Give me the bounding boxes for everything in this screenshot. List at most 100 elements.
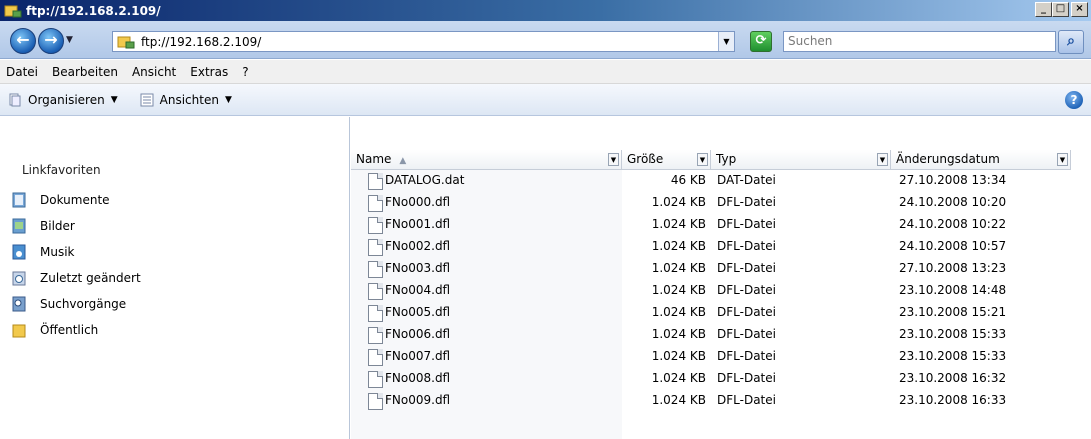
navigation-pane: Linkfavoriten Dokumente Bilder Musik Zul… — [0, 117, 350, 439]
table-row[interactable]: FNo009.dfl 1.024 KB DFL-Datei 23.10.2008… — [351, 390, 1091, 412]
menu-extras[interactable]: Extras — [190, 65, 228, 79]
file-name: DATALOG.dat — [385, 173, 465, 187]
close-button[interactable]: × — [1071, 2, 1088, 17]
sort-ascending-icon: ▲ — [399, 156, 407, 166]
network-folder-icon — [4, 3, 22, 19]
views-label: Ansichten — [159, 92, 219, 107]
table-row[interactable]: FNo003.dfl 1.024 KB DFL-Datei 27.10.2008… — [351, 258, 1091, 280]
menu-datei[interactable]: Datei — [6, 65, 38, 79]
file-icon — [368, 393, 383, 410]
sidebar-item-suchvorgaenge[interactable]: Suchvorgänge — [12, 296, 126, 312]
table-row[interactable]: FNo006.dfl 1.024 KB DFL-Datei 23.10.2008… — [351, 324, 1091, 346]
sidebar-item-dokumente[interactable]: Dokumente — [12, 192, 110, 208]
file-size: 46 KB — [670, 173, 706, 187]
file-name: FNo007.dfl — [385, 349, 451, 363]
file-icon — [368, 239, 383, 256]
organize-button[interactable]: Organisieren ▼ — [8, 93, 118, 107]
column-filter-button[interactable]: ▼ — [608, 153, 619, 166]
refresh-icon: ⟳ — [755, 33, 767, 48]
refresh-button[interactable]: ⟳ — [750, 31, 772, 52]
organize-label: Organisieren — [28, 92, 105, 107]
address-dropdown-button[interactable]: ▼ — [718, 32, 734, 51]
help-icon[interactable]: ? — [1065, 91, 1083, 109]
file-date: 24.10.2008 10:20 — [899, 195, 1007, 209]
file-date: 23.10.2008 14:48 — [899, 283, 1007, 297]
chevron-down-icon: ▼ — [110, 94, 118, 105]
file-type: DFL-Datei — [717, 327, 776, 341]
file-name: FNo003.dfl — [385, 261, 451, 275]
file-size: 1.024 KB — [651, 305, 706, 319]
table-row[interactable]: FNo002.dfl 1.024 KB DFL-Datei 24.10.2008… — [351, 236, 1091, 258]
file-list: Name ▲ ▼ Größe ▼ Typ ▼ Änderungsdatum ▼ D… — [351, 117, 1091, 439]
column-filter-button[interactable]: ▼ — [697, 153, 708, 166]
file-type: DFL-Datei — [717, 217, 776, 231]
file-type: DFL-Datei — [717, 239, 776, 253]
file-size: 1.024 KB — [651, 261, 706, 275]
sidebar-item-label: Zuletzt geändert — [40, 271, 141, 285]
sidebar-item-label: Dokumente — [40, 193, 110, 207]
file-name: FNo000.dfl — [385, 195, 451, 209]
menu-help[interactable]: ? — [242, 65, 248, 79]
menu-bearbeiten[interactable]: Bearbeiten — [52, 65, 118, 79]
menu-bar: Datei Bearbeiten Ansicht Extras ? — [0, 60, 1091, 84]
file-icon — [368, 173, 383, 190]
file-icon — [368, 195, 383, 212]
table-row[interactable]: FNo005.dfl 1.024 KB DFL-Datei 23.10.2008… — [351, 302, 1091, 324]
search-input[interactable]: Suchen — [783, 31, 1056, 52]
address-text: ftp://192.168.2.109/ — [141, 34, 262, 49]
forward-button[interactable]: → — [38, 28, 64, 54]
file-icon — [368, 305, 383, 322]
sidebar-item-zuletzt-geaendert[interactable]: Zuletzt geändert — [12, 270, 141, 286]
table-row[interactable]: DATALOG.dat 46 KB DAT-Datei 27.10.2008 1… — [351, 170, 1091, 192]
file-size: 1.024 KB — [651, 371, 706, 385]
back-button[interactable]: ← — [10, 28, 36, 54]
network-folder-icon — [117, 34, 135, 50]
column-header-type[interactable]: Typ ▼ — [711, 150, 891, 170]
column-filter-button[interactable]: ▼ — [1057, 153, 1068, 166]
maximize-button[interactable]: □ — [1052, 2, 1069, 17]
views-button[interactable]: Ansichten ▼ — [140, 93, 232, 107]
search-button[interactable]: ⌕ — [1058, 30, 1084, 54]
file-icon — [368, 261, 383, 278]
sidebar-item-label: Suchvorgänge — [40, 297, 127, 311]
forward-arrow-icon: → — [44, 30, 58, 49]
column-filter-button[interactable]: ▼ — [877, 153, 888, 166]
minimize-button[interactable]: _ — [1035, 2, 1052, 17]
file-icon — [368, 349, 383, 366]
table-row[interactable]: FNo001.dfl 1.024 KB DFL-Datei 24.10.2008… — [351, 214, 1091, 236]
file-icon — [368, 371, 383, 388]
address-field[interactable]: ftp://192.168.2.109/ ▼ — [112, 31, 735, 52]
documents-icon — [12, 192, 26, 208]
favorites-header: Linkfavoriten — [22, 163, 101, 177]
organize-icon — [8, 93, 22, 107]
file-size: 1.024 KB — [651, 349, 706, 363]
sidebar-item-bilder[interactable]: Bilder — [12, 218, 75, 234]
table-row[interactable]: FNo000.dfl 1.024 KB DFL-Datei 24.10.2008… — [351, 192, 1091, 214]
table-row[interactable]: FNo004.dfl 1.024 KB DFL-Datei 23.10.2008… — [351, 280, 1091, 302]
file-type: DFL-Datei — [717, 371, 776, 385]
pictures-icon — [12, 218, 26, 234]
file-icon — [368, 283, 383, 300]
title-bar[interactable]: ftp://192.168.2.109/ _ □ × — [0, 0, 1091, 21]
table-row[interactable]: FNo007.dfl 1.024 KB DFL-Datei 23.10.2008… — [351, 346, 1091, 368]
file-date: 23.10.2008 16:33 — [899, 393, 1007, 407]
file-size: 1.024 KB — [651, 239, 706, 253]
file-date: 27.10.2008 13:23 — [899, 261, 1007, 275]
sidebar-item-label: Bilder — [40, 219, 75, 233]
sidebar-item-oeffentlich[interactable]: Öffentlich — [12, 322, 98, 338]
file-type: DFL-Datei — [717, 349, 776, 363]
file-date: 27.10.2008 13:34 — [899, 173, 1007, 187]
sidebar-item-label: Musik — [40, 245, 75, 259]
views-icon — [140, 93, 154, 107]
column-header-date[interactable]: Änderungsdatum ▼ — [891, 150, 1071, 170]
column-header-size[interactable]: Größe ▼ — [622, 150, 711, 170]
table-row[interactable]: FNo008.dfl 1.024 KB DFL-Datei 23.10.2008… — [351, 368, 1091, 390]
menu-ansicht[interactable]: Ansicht — [132, 65, 176, 79]
column-header-name[interactable]: Name ▲ ▼ — [351, 150, 622, 170]
searches-icon — [12, 296, 26, 312]
sidebar-item-musik[interactable]: Musik — [12, 244, 75, 260]
column-header-label: Typ — [716, 152, 737, 166]
column-header-label: Größe — [627, 152, 664, 166]
file-type: DFL-Datei — [717, 393, 776, 407]
history-dropdown[interactable]: ▼ — [66, 35, 73, 45]
